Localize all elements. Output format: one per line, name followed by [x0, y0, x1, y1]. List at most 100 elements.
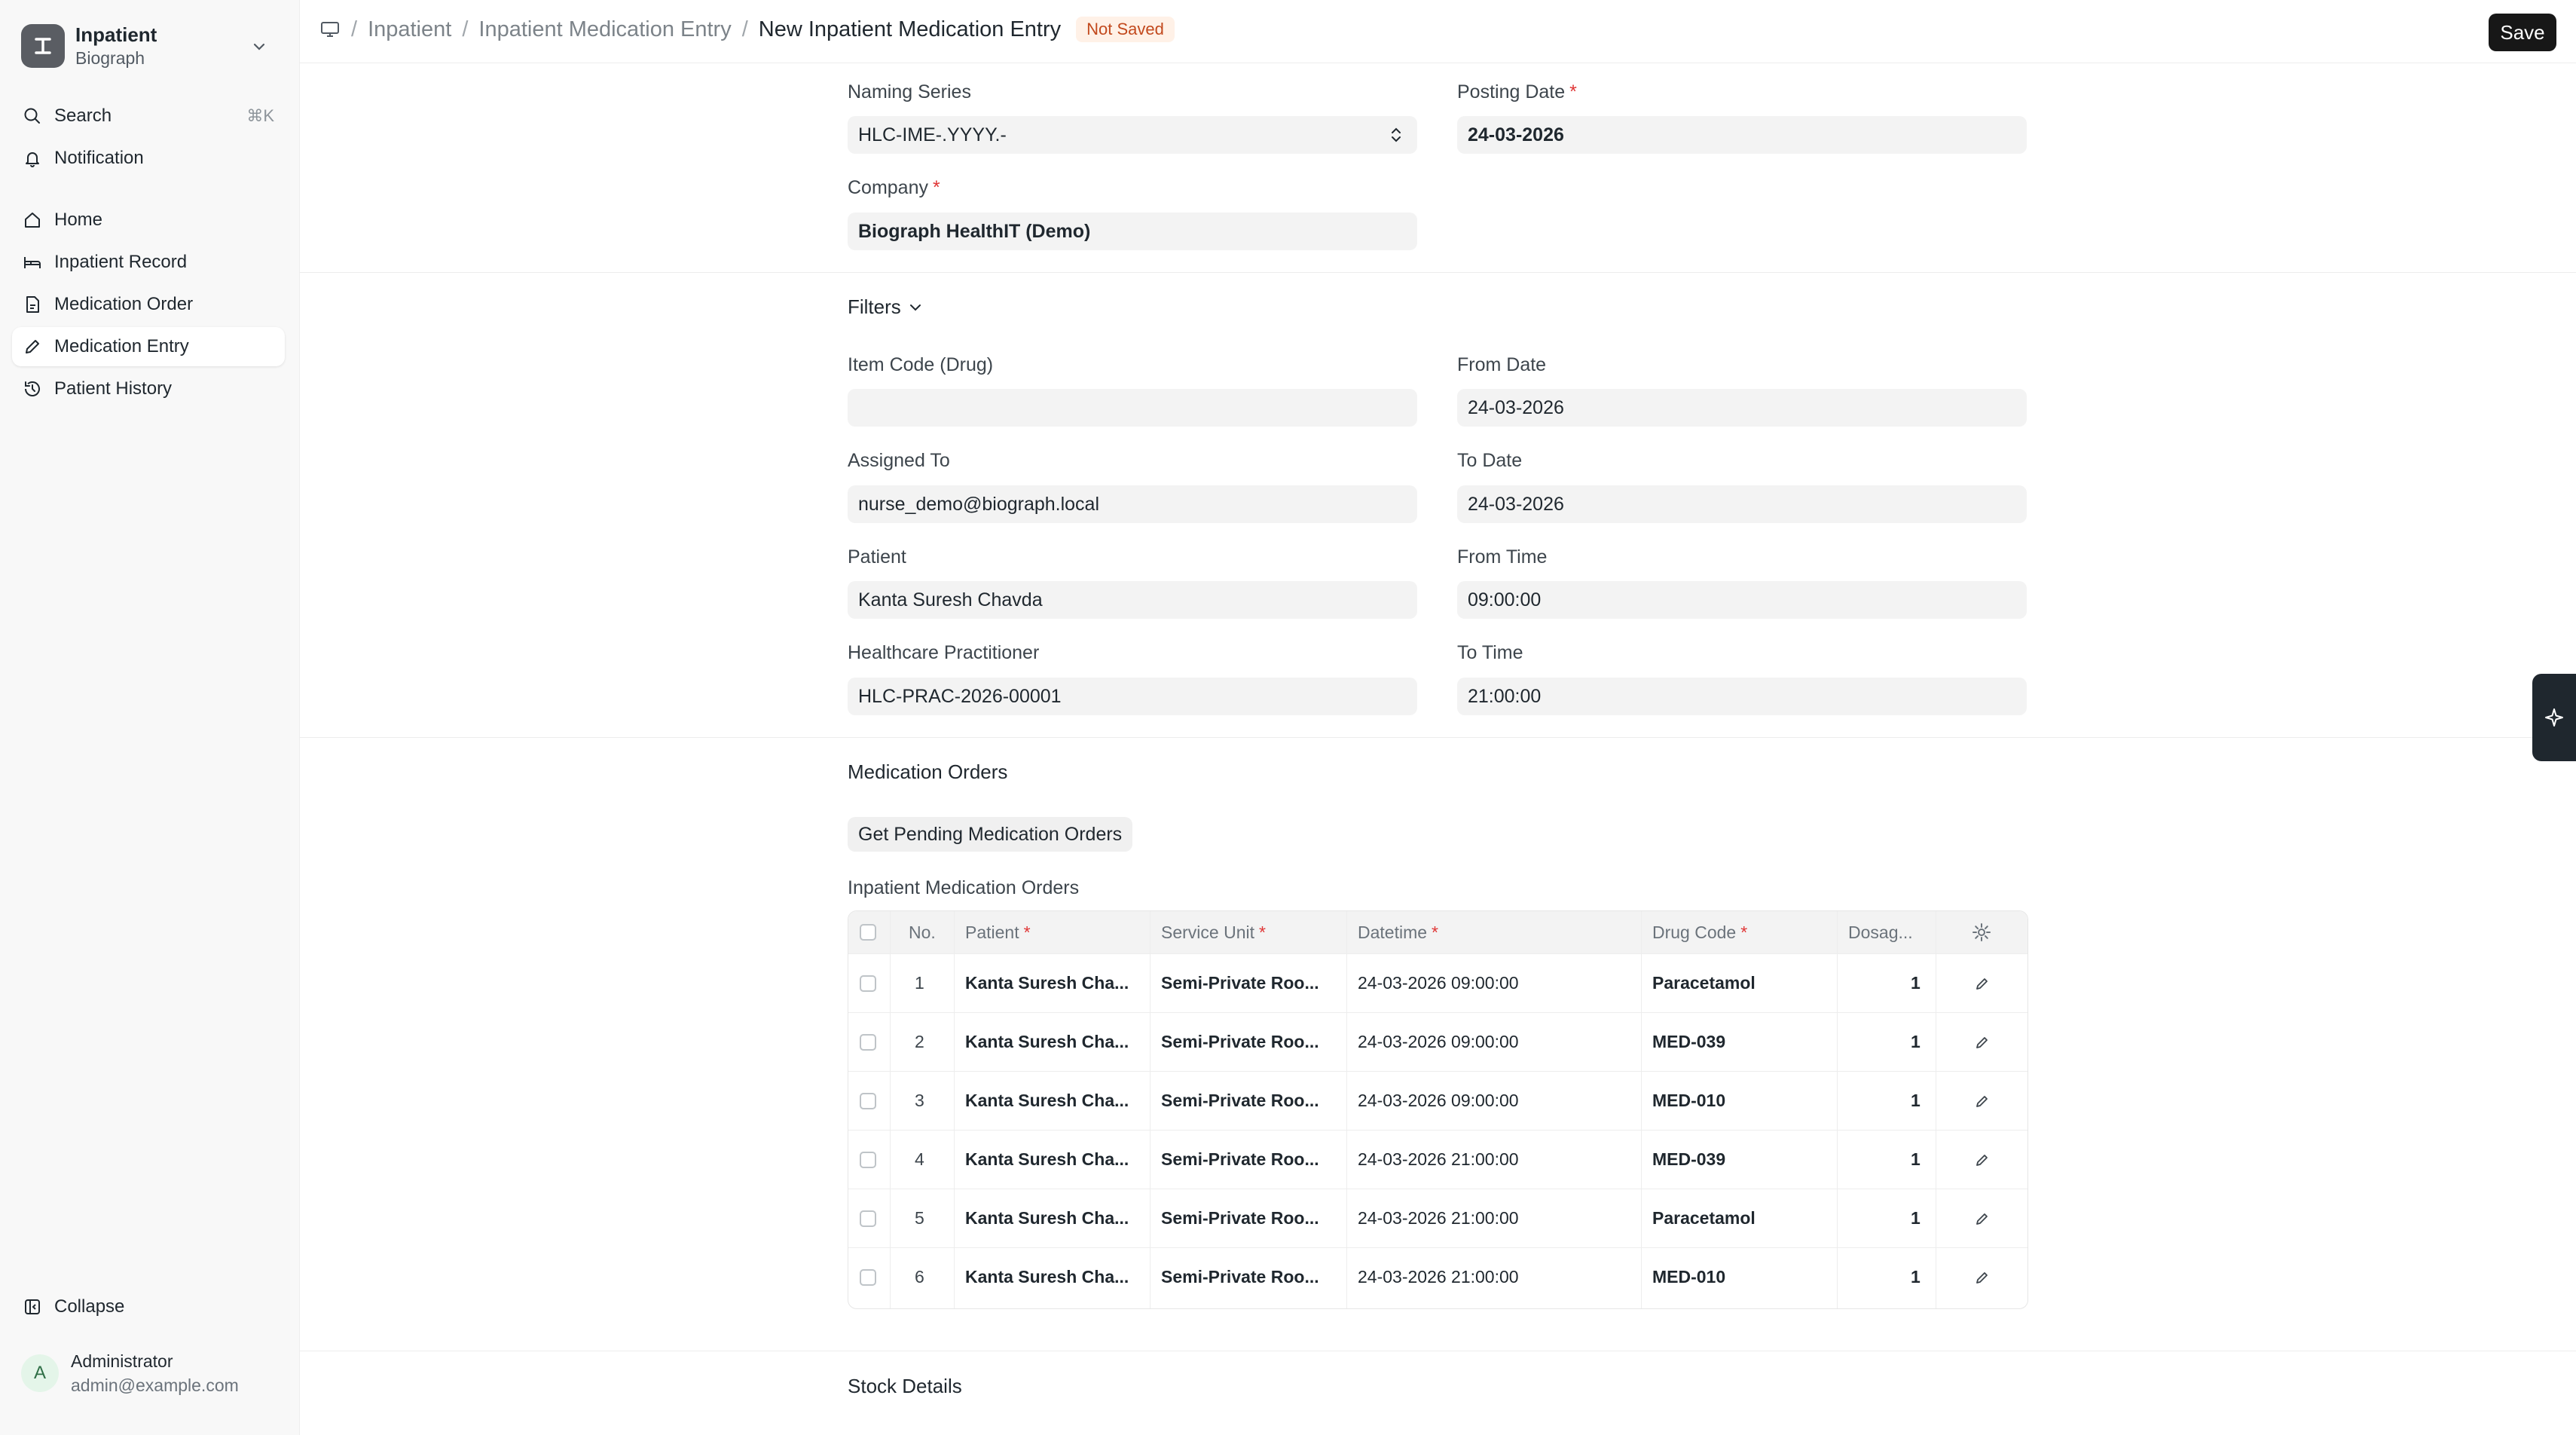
edit-icon[interactable] — [1973, 1248, 1991, 1306]
row-service-unit[interactable]: Semi-Private Roo... — [1161, 954, 1319, 1012]
row-drug-code[interactable]: MED-039 — [1652, 1013, 1725, 1071]
row-patient[interactable]: Kanta Suresh Cha... — [965, 1013, 1129, 1071]
column-patient-label: Patient — [965, 922, 1019, 942]
pencil-icon — [21, 335, 44, 358]
row-dosage[interactable]: 1 — [1911, 1131, 1921, 1189]
row-service-unit[interactable]: Semi-Private Roo... — [1161, 1189, 1319, 1247]
required-marker: * — [1023, 922, 1031, 942]
section-divider — [300, 272, 2576, 273]
file-icon — [21, 293, 44, 316]
row-patient[interactable]: Kanta Suresh Cha... — [965, 1131, 1129, 1189]
row-no: 4 — [915, 1149, 924, 1169]
row-dosage[interactable]: 1 — [1911, 1248, 1921, 1306]
desktop-icon[interactable] — [319, 19, 341, 40]
select-all-checkbox[interactable] — [860, 911, 876, 953]
gear-icon[interactable] — [1971, 911, 1992, 953]
select-arrows-icon — [1389, 125, 1404, 150]
row-checkbox[interactable] — [860, 954, 876, 1012]
edit-icon[interactable] — [1973, 954, 1991, 1012]
table-row[interactable]: 1 Kanta Suresh Cha... Semi-Private Roo..… — [848, 953, 2027, 1012]
row-checkbox[interactable] — [860, 1189, 876, 1247]
ai-assistant-button[interactable] — [2532, 674, 2576, 761]
practitioner-value: HLC-PRAC-2026-00001 — [858, 685, 1062, 707]
sparkle-icon — [2543, 706, 2565, 729]
row-dosage[interactable]: 1 — [1911, 1013, 1921, 1071]
table-row[interactable]: 3 Kanta Suresh Cha... Semi-Private Roo..… — [848, 1071, 2027, 1130]
row-datetime[interactable]: 24-03-2026 21:00:00 — [1358, 1248, 1519, 1306]
medication-table-label: Inpatient Medication Orders — [848, 877, 1080, 898]
row-dosage[interactable]: 1 — [1911, 954, 1921, 1012]
table-row[interactable]: 4 Kanta Suresh Cha... Semi-Private Roo..… — [848, 1130, 2027, 1189]
row-datetime[interactable]: 24-03-2026 21:00:00 — [1358, 1189, 1519, 1247]
assigned-to-input[interactable]: nurse_demo@biograph.local — [848, 485, 1417, 523]
search-shortcut: ⌘K — [246, 106, 274, 125]
sidebar-item-medication-entry[interactable]: Medication Entry — [12, 327, 285, 366]
row-datetime[interactable]: 24-03-2026 09:00:00 — [1358, 954, 1519, 1012]
naming-series-select[interactable]: HLC-IME-.YYYY.- — [848, 116, 1417, 154]
sidebar-item-label: Home — [54, 210, 103, 230]
to-time-input[interactable]: 21:00:00 — [1457, 678, 2027, 715]
row-drug-code[interactable]: Paracetamol — [1652, 954, 1756, 1012]
row-drug-code[interactable]: Paracetamol — [1652, 1189, 1756, 1247]
row-datetime[interactable]: 24-03-2026 09:00:00 — [1358, 1013, 1519, 1071]
row-checkbox[interactable] — [860, 1013, 876, 1071]
column-no: No. — [909, 922, 936, 942]
row-datetime[interactable]: 24-03-2026 09:00:00 — [1358, 1072, 1519, 1130]
row-patient[interactable]: Kanta Suresh Cha... — [965, 1248, 1129, 1306]
posting-date-field[interactable]: 24-03-2026 — [1457, 116, 2027, 154]
edit-icon[interactable] — [1973, 1072, 1991, 1130]
row-checkbox[interactable] — [860, 1131, 876, 1189]
row-no: 2 — [915, 1032, 924, 1051]
breadcrumb-medication-entry[interactable]: Inpatient Medication Entry — [478, 17, 731, 42]
to-date-input[interactable]: 24-03-2026 — [1457, 485, 2027, 523]
medication-orders-title: Medication Orders — [848, 760, 1008, 783]
row-patient[interactable]: Kanta Suresh Cha... — [965, 1072, 1129, 1130]
table-row[interactable]: 6 Kanta Suresh Cha... Semi-Private Roo..… — [848, 1247, 2027, 1306]
sidebar-item-home[interactable]: Home — [12, 200, 285, 240]
table-row[interactable]: 2 Kanta Suresh Cha... Semi-Private Roo..… — [848, 1012, 2027, 1071]
naming-series-label: Naming Series — [848, 81, 971, 103]
table-row[interactable]: 5 Kanta Suresh Cha... Semi-Private Roo..… — [848, 1189, 2027, 1247]
row-patient[interactable]: Kanta Suresh Cha... — [965, 1189, 1129, 1247]
practitioner-input[interactable]: HLC-PRAC-2026-00001 — [848, 678, 1417, 715]
row-service-unit[interactable]: Semi-Private Roo... — [1161, 1072, 1319, 1130]
filters-toggle[interactable]: Filters — [848, 295, 924, 319]
row-drug-code[interactable]: MED-010 — [1652, 1248, 1725, 1306]
breadcrumb-inpatient[interactable]: Inpatient — [368, 17, 451, 42]
row-checkbox[interactable] — [860, 1072, 876, 1130]
row-patient[interactable]: Kanta Suresh Cha... — [965, 954, 1129, 1012]
edit-icon[interactable] — [1973, 1013, 1991, 1071]
sidebar-notification[interactable]: Notification — [12, 139, 285, 178]
edit-icon[interactable] — [1973, 1189, 1991, 1247]
row-service-unit[interactable]: Semi-Private Roo... — [1161, 1248, 1319, 1306]
row-checkbox[interactable] — [860, 1248, 876, 1306]
patient-input[interactable]: Kanta Suresh Chavda — [848, 581, 1417, 619]
row-service-unit[interactable]: Semi-Private Roo... — [1161, 1013, 1319, 1071]
sidebar-search[interactable]: Search ⌘K — [12, 96, 285, 136]
row-service-unit[interactable]: Semi-Private Roo... — [1161, 1131, 1319, 1189]
user-menu[interactable]: A Administrator admin@example.com — [21, 1349, 239, 1397]
row-dosage[interactable]: 1 — [1911, 1189, 1921, 1247]
sidebar-item-patient-history[interactable]: Patient History — [12, 369, 285, 408]
row-drug-code[interactable]: MED-010 — [1652, 1072, 1725, 1130]
from-time-input[interactable]: 09:00:00 — [1457, 581, 2027, 619]
section-divider — [300, 737, 2576, 738]
sidebar-item-medication-order[interactable]: Medication Order — [12, 285, 285, 324]
item-code-input[interactable] — [848, 389, 1417, 427]
app-title: Inpatient — [75, 23, 157, 46]
collapse-button[interactable]: Collapse — [12, 1287, 285, 1326]
row-datetime[interactable]: 24-03-2026 21:00:00 — [1358, 1131, 1519, 1189]
company-label: Company * — [848, 177, 940, 199]
medication-orders-table: No. Patient * Service Unit * Datetime * Dru… — [848, 910, 2028, 1309]
page-title: New Inpatient Medication Entry — [758, 17, 1062, 41]
edit-icon[interactable] — [1973, 1131, 1991, 1189]
row-drug-code[interactable]: MED-039 — [1652, 1131, 1725, 1189]
get-pending-orders-button[interactable]: Get Pending Medication Orders — [848, 817, 1133, 852]
row-dosage[interactable]: 1 — [1911, 1072, 1921, 1130]
save-button[interactable]: Save — [2489, 14, 2556, 51]
company-field[interactable]: Biograph HealthIT (Demo) — [848, 213, 1417, 250]
app-switcher[interactable]: Inpatient Biograph — [21, 20, 285, 72]
from-date-input[interactable]: 24-03-2026 — [1457, 389, 2027, 427]
sidebar-item-inpatient-record[interactable]: Inpatient Record — [12, 243, 285, 282]
notification-label: Notification — [54, 148, 144, 168]
